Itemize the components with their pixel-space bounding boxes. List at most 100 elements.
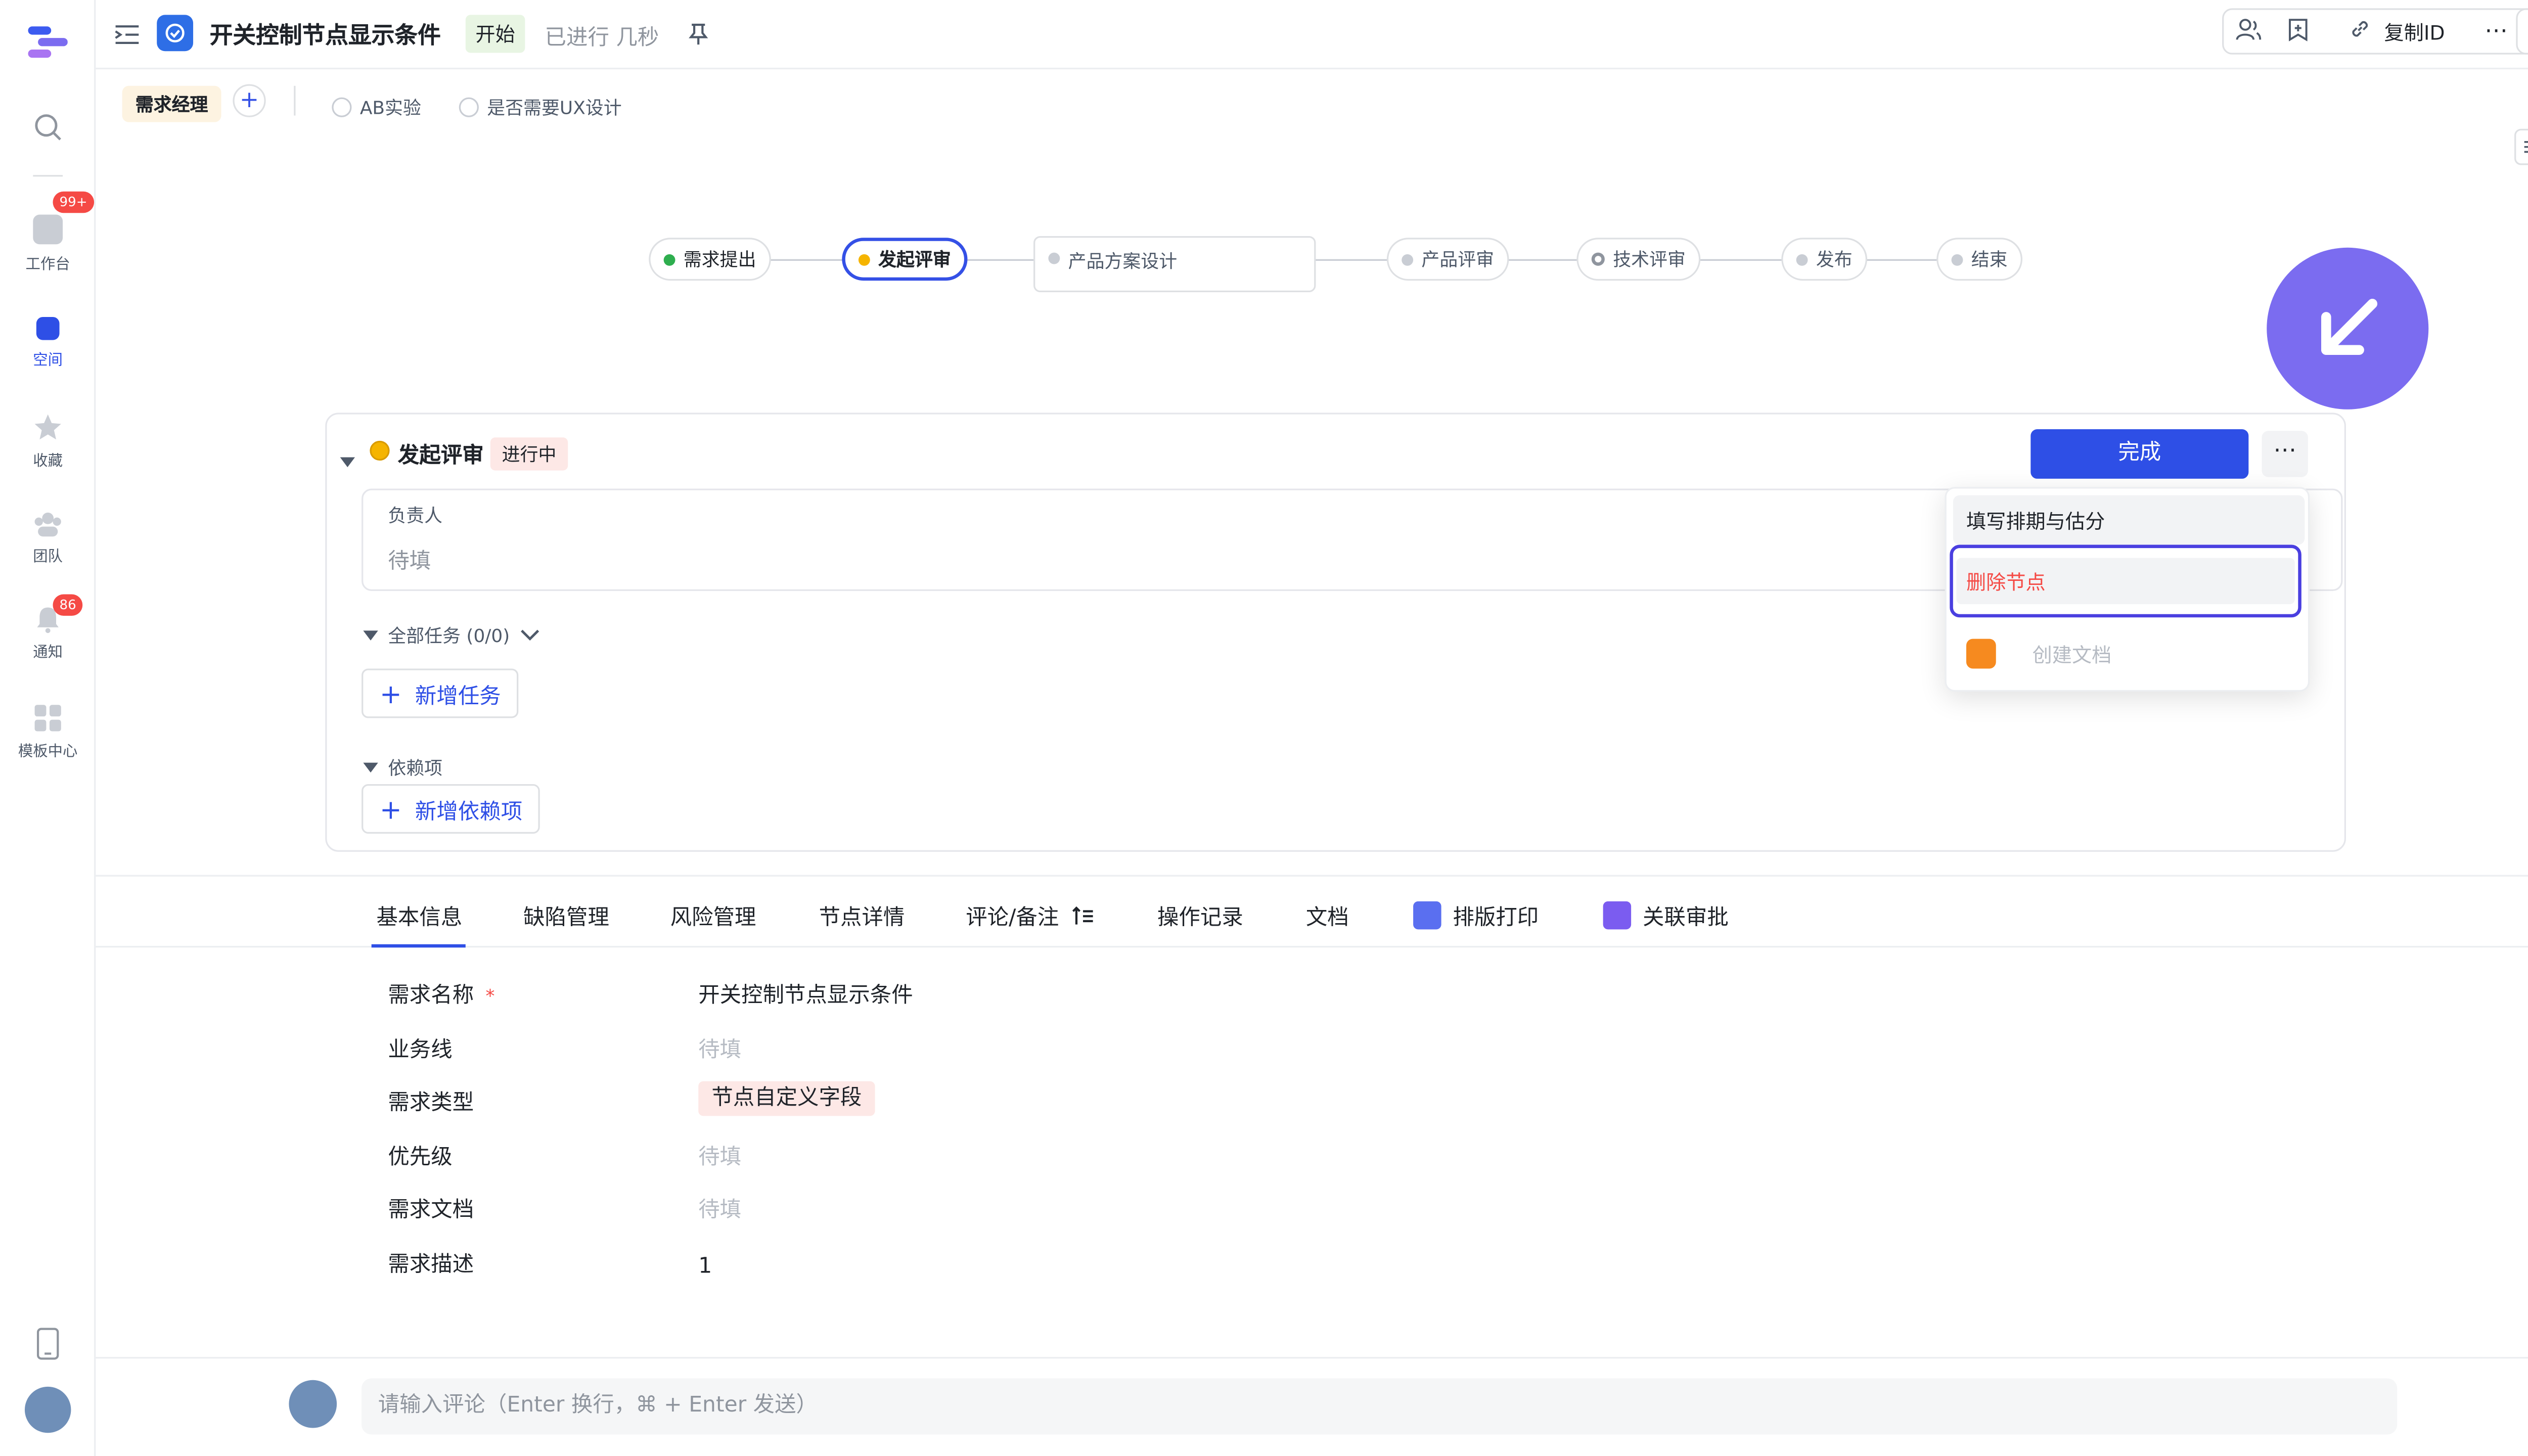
rail-item-notifications[interactable]: 86 通知: [0, 594, 96, 662]
field-value-description[interactable]: 1: [698, 1255, 712, 1280]
pin-icon[interactable]: [689, 21, 708, 53]
more-button[interactable]: ⋯: [2471, 8, 2521, 54]
add-role-button[interactable]: +: [233, 84, 266, 117]
header-actions: 复制ID ⋯: [2222, 8, 2528, 55]
node-status-dot: [1591, 252, 1605, 266]
field-value-name[interactable]: 开关控制节点显示条件: [698, 977, 913, 1009]
tab-node-details[interactable]: 节点详情: [819, 900, 905, 931]
view-settings-button[interactable]: [2514, 128, 2528, 165]
subheader-divider: [294, 85, 296, 116]
rail-item-space[interactable]: 空间: [0, 316, 96, 370]
menu-item-delete-node[interactable]: 删除节点: [1950, 544, 2301, 618]
node-status-dot: [858, 253, 870, 265]
approval-icon: [1603, 901, 1632, 930]
owner-placeholder: 待填: [388, 550, 431, 575]
tab-approvals[interactable]: 关联审批: [1603, 900, 1729, 931]
field-value-type[interactable]: 节点自定义字段: [698, 1080, 875, 1116]
node-label: 技术评审: [1613, 249, 1686, 271]
menu-item-schedule[interactable]: 填写排期与估分: [1953, 495, 2305, 545]
field-label-description: 需求描述: [388, 1253, 474, 1278]
sort-icon: [1073, 905, 1094, 924]
page-title: 开关控制节点显示条件: [209, 23, 441, 50]
tab-basic-info[interactable]: 基本信息: [376, 900, 462, 931]
user-avatar[interactable]: [24, 1386, 71, 1433]
list-settings-icon: [2524, 141, 2528, 153]
add-dependency-button[interactable]: + 新增依赖项: [362, 784, 541, 834]
collapse-caret-icon[interactable]: [340, 444, 355, 475]
rail-item-workbench[interactable]: 99+ 工作台: [0, 191, 96, 275]
tab-label: 缺陷管理: [523, 906, 609, 931]
tab-label: 风险管理: [670, 906, 756, 931]
add-dep-label: 新增依赖项: [415, 800, 523, 825]
space-icon: [36, 316, 60, 340]
comment-input[interactable]: 请输入评论（Enter 换行，⌘ + Enter 发送）: [362, 1378, 2398, 1435]
field-label-name: 需求名称 *: [388, 977, 494, 1009]
tab-print-layout[interactable]: 排版打印: [1413, 900, 1539, 931]
tasks-header: 全部任务 (0/0): [388, 625, 510, 647]
rail-item-team[interactable]: 团队: [0, 509, 96, 566]
collapse-fab[interactable]: [2267, 247, 2429, 410]
workflow-node-1[interactable]: 需求提出: [649, 238, 771, 281]
role-tag[interactable]: 需求经理: [122, 85, 221, 122]
node-status-dot: [1951, 253, 1963, 265]
rail-item-favorites[interactable]: 收藏: [0, 413, 96, 471]
bookmark-icon: [2288, 17, 2308, 46]
menu-item-label: 填写排期与估分: [1966, 509, 2105, 533]
tab-label: 评论/备注: [966, 906, 1059, 931]
ab-test-option[interactable]: AB实验: [332, 89, 421, 120]
status-badge[interactable]: 开始: [465, 15, 525, 53]
workflow-node-3[interactable]: 产品方案设计: [1033, 236, 1316, 292]
rail-label: 工作台: [25, 257, 70, 275]
workflow-node-2[interactable]: 发起评审: [842, 238, 968, 281]
rail-label: 模板中心: [18, 744, 78, 761]
field-label-doc: 需求文档: [388, 1198, 474, 1223]
field-label-business-line: 业务线: [388, 1038, 453, 1063]
comment-avatar: [289, 1380, 337, 1428]
rail-item-templates[interactable]: 模板中心: [0, 703, 96, 761]
tab-label: 节点详情: [819, 906, 905, 931]
node-label: 结束: [1971, 249, 2008, 271]
sidebar-toggle-icon[interactable]: [114, 21, 140, 53]
close-button[interactable]: [2516, 8, 2528, 55]
caret-down-icon: [363, 630, 378, 641]
field-value-doc[interactable]: 待填: [698, 1192, 741, 1223]
notification-badge: 86: [53, 594, 83, 616]
rail-label: 通知: [33, 645, 63, 662]
add-task-label: 新增任务: [415, 684, 501, 709]
required-mark: *: [485, 985, 495, 1007]
field-value-priority[interactable]: 待填: [698, 1139, 741, 1170]
tab-risks[interactable]: 风险管理: [670, 900, 756, 931]
workflow-node-5[interactable]: 技术评审: [1576, 238, 1701, 281]
plus-icon: +: [380, 677, 402, 709]
app-logo[interactable]: [28, 23, 68, 60]
workflow-node-6[interactable]: 发布: [1781, 238, 1868, 281]
bookmark-button[interactable]: [2273, 8, 2323, 54]
node-more-button[interactable]: ⋯: [2262, 431, 2308, 477]
tab-history[interactable]: 操作记录: [1157, 900, 1243, 931]
deps-toggle[interactable]: 依赖项: [363, 754, 442, 781]
search-icon[interactable]: [33, 112, 63, 149]
tab-comments[interactable]: 评论/备注: [966, 900, 1095, 931]
field-label-type: 需求类型: [388, 1091, 474, 1116]
link-icon: [2350, 18, 2371, 44]
workflow-node-7[interactable]: 结束: [1936, 238, 2022, 281]
item-type-icon: [157, 15, 194, 52]
mobile-icon[interactable]: [36, 1327, 60, 1367]
tasks-toggle[interactable]: 全部任务 (0/0): [363, 622, 539, 649]
workflow-node-4[interactable]: 产品评审: [1386, 238, 1509, 281]
members-button[interactable]: [2224, 8, 2273, 54]
copy-id-button[interactable]: 复制ID: [2323, 8, 2471, 54]
tab-defects[interactable]: 缺陷管理: [523, 900, 609, 931]
star-icon: [33, 413, 63, 442]
ux-design-option[interactable]: 是否需要UX设计: [459, 89, 622, 120]
caret-down-icon: [363, 762, 378, 773]
complete-button[interactable]: 完成: [2030, 429, 2249, 479]
field-value-business-line[interactable]: 待填: [698, 1032, 741, 1063]
tab-bar: 基本信息 缺陷管理 风险管理 节点详情 评论/备注 操作记录 文档 排版打印 关…: [96, 875, 2528, 948]
add-task-button[interactable]: + 新增任务: [362, 668, 519, 718]
option-label: 是否需要UX设计: [487, 97, 622, 119]
rail-label: 空间: [33, 353, 63, 370]
tab-docs[interactable]: 文档: [1306, 900, 1349, 931]
node-card-title: 发起评审: [397, 444, 484, 469]
home-icon: [33, 214, 63, 245]
